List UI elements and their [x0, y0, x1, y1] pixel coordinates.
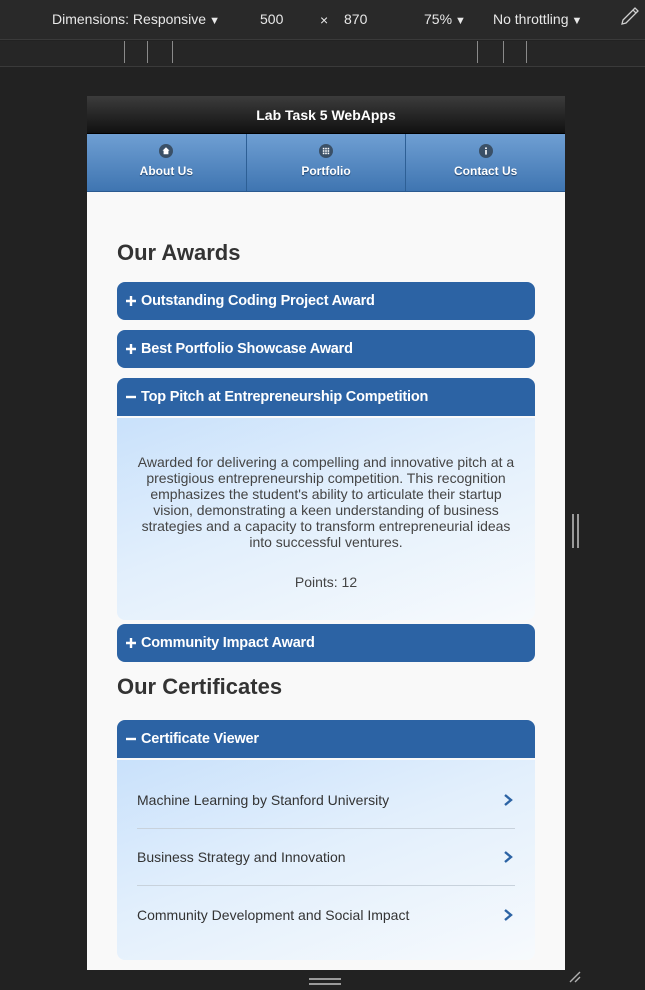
resize-handle-right[interactable]: [572, 514, 580, 548]
app-title: Lab Task 5 WebApps: [256, 107, 396, 123]
ruler-tick: [172, 41, 173, 63]
plus-icon: [126, 296, 136, 306]
times-sign: ×: [320, 12, 329, 28]
nav-item-about-us[interactable]: About Us: [87, 134, 246, 191]
certificate-item[interactable]: Business Strategy and Innovation: [137, 829, 515, 886]
media-query-ruler: [0, 41, 645, 67]
caret-down-icon: ▼: [209, 15, 220, 27]
width-input[interactable]: 500: [260, 11, 283, 27]
award-points: Points: 12: [294, 574, 358, 590]
certificate-item[interactable]: Community Development and Social Impact: [137, 886, 515, 943]
nav-label: About Us: [139, 164, 193, 178]
chevron-right-icon: [504, 851, 513, 863]
nav-label: Contact Us: [454, 164, 518, 178]
device-viewport: Lab Task 5 WebApps About Us Portfolio Co…: [87, 96, 565, 970]
award-label: Top Pitch at Entrepreneurship Competitio…: [141, 389, 429, 405]
zoom-label: 75%: [424, 11, 453, 27]
resize-handle-bottom[interactable]: [309, 978, 341, 986]
certificate-label: Machine Learning by Stanford University: [137, 792, 390, 808]
ruler-tick: [526, 41, 527, 63]
grid-icon: [319, 144, 333, 158]
nav-item-contact-us[interactable]: Contact Us: [405, 134, 565, 191]
nav-item-portfolio[interactable]: Portfolio: [245, 134, 406, 191]
chevron-right-icon: [504, 794, 513, 806]
award-description: Awarded for delivering a compelling and …: [137, 454, 515, 550]
certificates-title: Our Certificates: [117, 674, 283, 699]
certificate-list: Machine Learning by Stanford University …: [117, 760, 535, 960]
nav-label: Portfolio: [301, 164, 351, 178]
height-input[interactable]: 870: [344, 11, 367, 27]
info-icon: [478, 144, 493, 158]
awards-title: Our Awards: [117, 240, 241, 265]
eyedropper-icon[interactable]: [619, 5, 641, 30]
handle-bar: [309, 983, 341, 985]
certificate-viewer-header[interactable]: Certificate Viewer: [117, 720, 535, 758]
chevron-right-icon: [504, 908, 513, 921]
plus-icon: [126, 638, 136, 648]
throttling-dropdown[interactable]: No throttling ▼: [493, 11, 582, 27]
handle-bar: [309, 978, 341, 980]
caret-down-icon: ▼: [571, 15, 583, 27]
certificate-label: Community Development and Social Impact: [137, 906, 410, 923]
ruler-tick: [477, 41, 478, 63]
ruler-tick: [124, 41, 125, 63]
throttling-label: No throttling: [493, 11, 569, 27]
zoom-dropdown[interactable]: 75% ▼: [424, 11, 466, 27]
devtools-toolbar: Dimensions: Responsive ▼ 500 × 870 75% ▼ N…: [0, 0, 645, 40]
app-header: Lab Task 5 WebApps: [87, 96, 565, 134]
award-label: Community Impact Award: [141, 635, 315, 651]
award-top-pitch-content: Awarded for delivering a compelling and …: [117, 418, 535, 620]
plus-icon: [126, 344, 136, 354]
home-icon: [159, 144, 174, 158]
award-community-impact[interactable]: Community Impact Award: [117, 624, 535, 662]
award-label: Outstanding Coding Project Award: [141, 293, 375, 309]
award-outstanding-coding[interactable]: Outstanding Coding Project Award: [117, 282, 535, 320]
award-top-pitch[interactable]: Top Pitch at Entrepreneurship Competitio…: [117, 378, 535, 416]
handle-bar: [577, 514, 579, 548]
award-best-portfolio[interactable]: Best Portfolio Showcase Award: [117, 330, 535, 368]
dimensions-label: Dimensions: Responsive: [52, 11, 207, 27]
certificate-item[interactable]: Machine Learning by Stanford University: [137, 772, 515, 829]
ruler-tick: [503, 41, 504, 63]
minus-icon: [126, 737, 136, 741]
navbar: About Us Portfolio Contact Us: [87, 134, 565, 192]
handle-bar: [572, 514, 574, 548]
award-label: Best Portfolio Showcase Award: [141, 341, 353, 357]
caret-down-icon: ▼: [455, 15, 466, 27]
minus-icon: [126, 395, 136, 399]
ruler-tick: [147, 41, 148, 63]
certificate-viewer-label: Certificate Viewer: [141, 731, 259, 747]
dimensions-dropdown[interactable]: Dimensions: Responsive ▼: [52, 11, 220, 27]
certificate-label: Business Strategy and Innovation: [137, 849, 346, 865]
main-content: Our Awards Outstanding Coding Project Aw…: [87, 240, 565, 960]
resize-corner-icon[interactable]: [566, 968, 582, 989]
